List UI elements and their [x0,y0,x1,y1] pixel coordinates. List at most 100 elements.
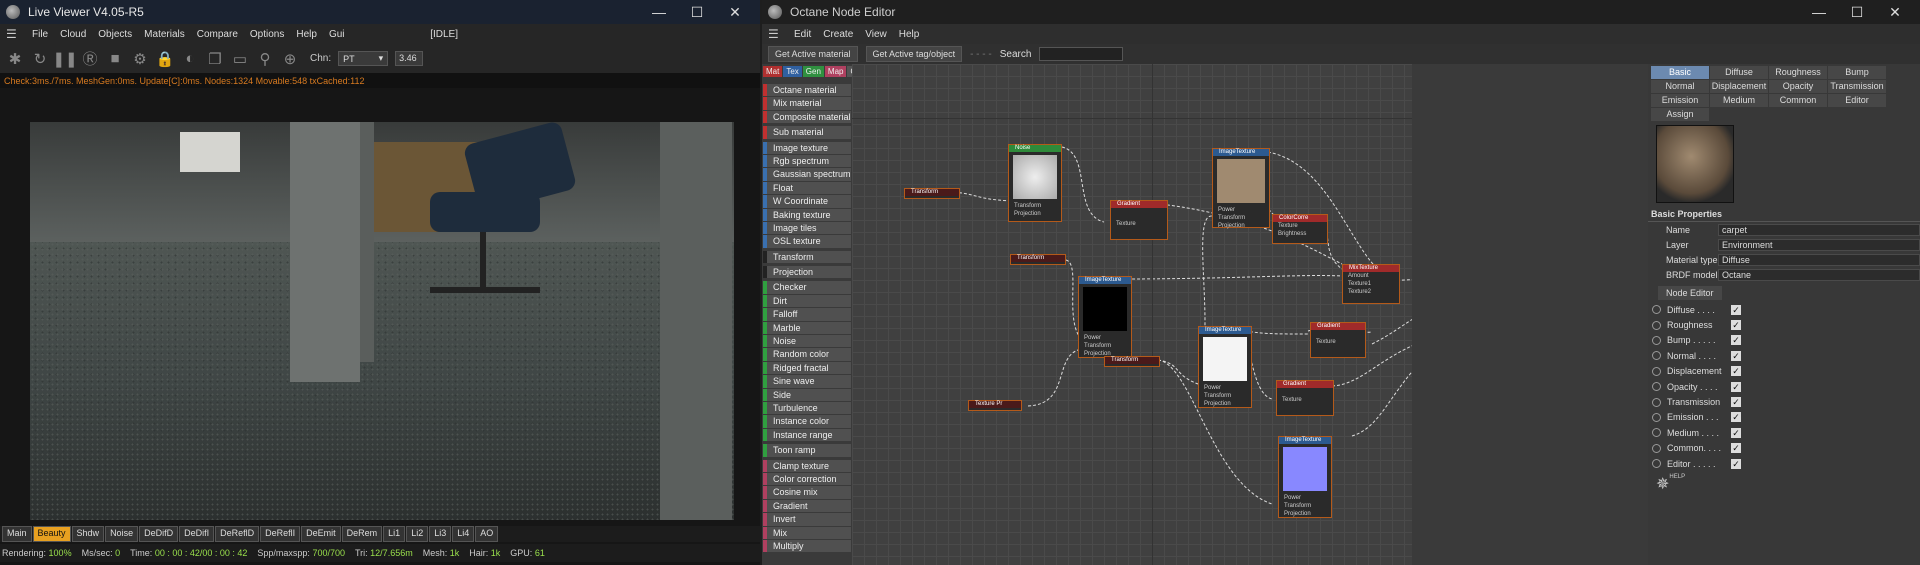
hamburger-menu-icon[interactable]: ☰ [6,27,26,41]
node-type-item[interactable]: Baking texture [763,208,851,221]
property-tab[interactable]: Transmission [1828,80,1886,93]
node-type-item[interactable]: Falloff [763,308,851,321]
node-graph-canvas[interactable]: Transform Noise Transform Projection Gra… [852,64,1412,565]
hamburger-menu-icon[interactable]: ☰ [768,27,788,41]
node-imagetexture-2[interactable]: ImageTexture Power Transform Projection [1078,276,1132,358]
node-type-item[interactable]: Dirt [763,294,851,308]
node-mixtexture[interactable]: MixTexture Amount Texture1 Texture2 [1342,264,1400,304]
node-imagetexture-1[interactable]: ImageTexture Power Transform Projection [1212,148,1270,229]
node-type-item[interactable]: Checker [763,281,851,294]
menu-view[interactable]: View [859,29,893,40]
minimize-button[interactable]: — [1800,4,1838,21]
render-viewport[interactable] [30,122,734,520]
lock-icon[interactable]: 🔒 [154,48,176,70]
channel-checkbox[interactable]: ✓ [1731,427,1741,438]
pin-icon[interactable]: ⚲ [254,48,276,70]
material-type-select[interactable]: Diffuse [1718,253,1920,266]
mix-pin-amount[interactable]: Amount [1343,272,1399,280]
node-type-item[interactable]: Cosine mix [763,486,851,499]
menu-gui[interactable]: Gui [323,29,351,40]
menu-help[interactable]: Help [893,29,926,40]
render-pass-tab[interactable]: Li4 [452,526,475,542]
node-type-item[interactable]: Marble [763,321,851,335]
noise-pin-projection[interactable]: Projection [1009,210,1061,218]
imgtex4-pin-projection[interactable]: Projection [1279,510,1331,518]
node-type-item[interactable]: Noise [763,335,851,348]
channel-checkbox[interactable]: ✓ [1731,320,1741,331]
render-pass-tab[interactable]: DeRem [341,526,383,542]
keyframe-radio-icon[interactable] [1652,320,1661,330]
category-tab[interactable]: Mat [763,66,783,77]
render-pass-tab[interactable]: Shdw [71,526,105,542]
mix-pin-texture2[interactable]: Texture2 [1343,288,1399,296]
node-type-item[interactable]: Toon ramp [763,444,851,457]
menu-compare[interactable]: Compare [191,29,244,40]
node-type-item[interactable]: Color correction [763,472,851,486]
node-noise[interactable]: Noise Transform Projection [1008,144,1062,222]
node-type-item[interactable]: W Coordinate [763,195,851,208]
node-type-item[interactable]: Float [763,181,851,195]
menu-options[interactable]: Options [244,29,290,40]
channel-checkbox[interactable]: ✓ [1731,412,1741,423]
node-type-item[interactable]: Rgb spectrum [763,154,851,168]
layer-field[interactable]: Environment [1718,238,1920,251]
menu-edit[interactable]: Edit [788,29,817,40]
node-type-item[interactable]: Invert [763,513,851,526]
copy-icon[interactable]: ❐ [204,48,226,70]
imgtex2-pin-transform[interactable]: Transform [1079,342,1131,350]
property-tab[interactable]: Diffuse [1710,66,1768,79]
node-type-item[interactable]: Projection [763,266,851,279]
property-tab[interactable]: Emission [1651,94,1709,107]
node-type-item[interactable]: Mix material [763,97,851,110]
channel-checkbox[interactable]: ✓ [1731,350,1741,361]
render-pass-tab[interactable]: DeDifI [179,526,215,542]
render-pass-tab[interactable]: Li2 [406,526,429,542]
node-type-item[interactable]: Side [763,388,851,401]
keyframe-radio-icon[interactable] [1652,335,1661,345]
node-type-item[interactable]: Sine wave [763,375,851,388]
node-type-item[interactable]: Gradient [763,499,851,513]
render-pass-tab[interactable]: Main [2,526,32,542]
node-editor-button[interactable]: Node Editor [1658,286,1722,300]
imgtex1-pin-power[interactable]: Power [1213,206,1269,214]
render-pass-tab[interactable]: DeEmit [301,526,341,542]
node-transform-3[interactable]: Transform [1104,356,1160,367]
pause-icon[interactable]: ❚❚ [52,48,77,70]
node-type-item[interactable]: Instance range [763,428,851,442]
keyframe-radio-icon[interactable] [1652,351,1661,361]
keyframe-radio-icon[interactable] [1652,382,1661,392]
node-imagetexture-4[interactable]: ImageTexture Power Transform Projection [1278,436,1332,518]
render-pass-tab[interactable]: AO [475,526,499,542]
node-imagetexture-3[interactable]: ImageTexture Power Transform Projection [1198,326,1252,408]
channel-checkbox[interactable]: ✓ [1731,397,1741,408]
keyframe-radio-icon[interactable] [1652,397,1661,407]
node-gradient-1[interactable]: Gradient Texture [1110,200,1168,240]
search-input[interactable] [1039,47,1124,61]
name-field[interactable]: carpet [1718,223,1920,236]
render-pass-tab[interactable]: DeDifD [139,526,179,542]
property-tab[interactable]: Roughness [1769,66,1827,79]
brdf-select[interactable]: Octane [1718,268,1920,281]
send-scene-icon[interactable]: ✱ [4,48,26,70]
minimize-button[interactable]: — [640,4,678,21]
menu-create[interactable]: Create [817,29,859,40]
focus-pick-icon[interactable]: ⊕ [279,48,301,70]
node-texture-projection[interactable]: Texture Pr [968,400,1022,411]
gradient-1-pin-texture[interactable]: Texture [1111,220,1167,228]
node-transform-2[interactable]: Transform [1010,254,1066,265]
channel-checkbox[interactable]: ✓ [1731,381,1741,392]
property-tab[interactable]: Medium [1710,94,1768,107]
get-active-tag-button[interactable]: Get Active tag/object [865,46,963,62]
node-gradient-2[interactable]: Gradient Texture [1310,322,1366,358]
menu-materials[interactable]: Materials [138,29,191,40]
material-ball-icon[interactable]: ◐ [179,48,201,70]
imgtex2-pin-power[interactable]: Power [1079,334,1131,342]
settings-gear-icon[interactable]: ⚙ [129,48,151,70]
close-button[interactable]: ✕ [716,4,754,21]
node-type-item[interactable]: Random color [763,348,851,361]
menu-objects[interactable]: Objects [92,29,138,40]
imgtex3-pin-power[interactable]: Power [1199,384,1251,392]
node-type-item[interactable]: OSL texture [763,235,851,248]
render-pass-tab[interactable]: DeReflD [215,526,260,542]
imgtex4-pin-power[interactable]: Power [1279,494,1331,502]
